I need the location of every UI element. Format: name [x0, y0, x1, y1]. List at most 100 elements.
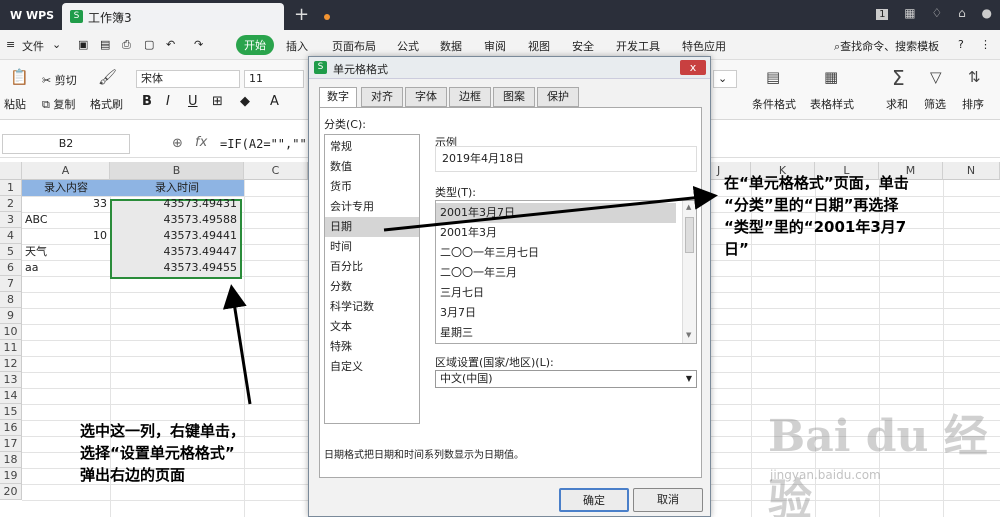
type-item[interactable]: 星期三 — [440, 323, 676, 343]
cell-a5[interactable]: 天气 — [22, 244, 110, 260]
cell-b2[interactable]: 43573.49431 — [112, 196, 240, 212]
sort-icon[interactable]: ⇅ — [968, 68, 981, 86]
tab-protection[interactable]: 保护 — [537, 87, 579, 107]
more-icon[interactable]: ⋮ — [980, 38, 991, 51]
conditional-format-button[interactable]: 条件格式 — [752, 96, 796, 112]
grid-icon[interactable]: ▦ — [904, 6, 915, 20]
paste-button[interactable]: 粘贴 — [4, 96, 26, 112]
redo-icon[interactable]: ↷ — [194, 38, 203, 51]
row-header[interactable]: 9 — [0, 308, 22, 324]
row-header[interactable]: 20 — [0, 484, 22, 500]
menu-security[interactable]: 安全 — [572, 38, 594, 54]
row-header[interactable]: 16 — [0, 420, 22, 436]
row-header[interactable]: 12 — [0, 356, 22, 372]
row-header[interactable]: 2 — [0, 196, 22, 212]
name-box[interactable]: B2 — [2, 134, 130, 154]
row-header[interactable]: 8 — [0, 292, 22, 308]
filter-button[interactable]: 筛选 — [924, 96, 946, 112]
table-style-icon[interactable]: ▦ — [824, 68, 838, 86]
type-list[interactable]: 2001年3月7日 2001年3月 二〇〇一年三月七日 二〇〇一年三月 三月七日… — [435, 200, 697, 344]
scroll-up-icon[interactable]: ▲ — [686, 203, 691, 211]
column-header-c[interactable]: C — [244, 162, 308, 180]
menu-view[interactable]: 视图 — [528, 38, 550, 54]
cell-a4[interactable]: 10 — [22, 228, 110, 244]
row-header[interactable]: 5 — [0, 244, 22, 260]
column-header-b[interactable]: B — [110, 162, 244, 180]
tab-pattern[interactable]: 图案 — [493, 87, 535, 107]
copy-button[interactable]: ⧉ 复制 — [42, 96, 75, 112]
bold-button[interactable]: B — [142, 94, 152, 109]
menu-developer[interactable]: 开发工具 — [616, 38, 660, 54]
number-format-select[interactable]: ⌄ — [713, 70, 737, 88]
format-painter-button[interactable]: 格式刷 — [90, 96, 123, 112]
tab-number[interactable]: 数字 — [319, 87, 357, 108]
column-header-n[interactable]: N — [943, 162, 1000, 180]
row-header[interactable]: 11 — [0, 340, 22, 356]
menu-review[interactable]: 审阅 — [484, 38, 506, 54]
zoom-icon[interactable]: ⊕ — [172, 136, 183, 151]
save-icon[interactable]: ▣ — [78, 38, 88, 51]
window-count-badge[interactable]: 1 — [876, 9, 889, 20]
font-name-select[interactable]: 宋体 — [136, 70, 240, 88]
cell-b1[interactable]: 录入时间 — [110, 180, 244, 196]
gift-icon[interactable]: ⌂ — [958, 6, 966, 20]
scroll-down-icon[interactable]: ▼ — [686, 331, 691, 339]
type-item[interactable]: 3月7日 — [440, 303, 676, 323]
row-header[interactable]: 7 — [0, 276, 22, 292]
category-item[interactable]: 货币 — [330, 177, 418, 197]
cell-a1[interactable]: 录入内容 — [22, 180, 110, 196]
help-icon[interactable]: ? — [958, 38, 964, 51]
row-header[interactable]: 10 — [0, 324, 22, 340]
export-icon[interactable]: ▤ — [100, 38, 110, 51]
menu-insert[interactable]: 插入 — [286, 38, 308, 54]
print-icon[interactable]: ⎙ — [122, 38, 131, 52]
ok-button[interactable]: 确定 — [559, 488, 629, 512]
scroll-thumb[interactable] — [685, 217, 694, 253]
category-item[interactable]: 数值 — [330, 157, 418, 177]
cancel-button[interactable]: 取消 — [633, 488, 703, 512]
category-item[interactable]: 分数 — [330, 277, 418, 297]
italic-button[interactable]: I — [166, 94, 170, 109]
row-header[interactable]: 6 — [0, 260, 22, 276]
row-header[interactable]: 13 — [0, 372, 22, 388]
filter-icon[interactable]: ▽ — [930, 68, 942, 86]
cell-b6[interactable]: 43573.49455 — [112, 260, 240, 276]
fill-color-icon[interactable]: ◆ — [240, 94, 250, 109]
column-header-a[interactable]: A — [22, 162, 110, 180]
table-style-button[interactable]: 表格样式 — [810, 96, 854, 112]
menu-formula[interactable]: 公式 — [397, 38, 419, 54]
select-all-corner[interactable] — [0, 162, 22, 180]
sum-icon[interactable]: Σ — [892, 66, 905, 90]
menu-home[interactable]: 开始 — [236, 35, 274, 55]
type-item[interactable]: 三月七日 — [440, 283, 676, 303]
category-item[interactable]: 自定义 — [330, 357, 418, 377]
category-item[interactable]: 会计专用 — [330, 197, 418, 217]
tab-font[interactable]: 字体 — [405, 87, 447, 107]
command-search[interactable]: ⌕查找命令、搜索模板 — [834, 38, 939, 54]
row-header[interactable]: 15 — [0, 404, 22, 420]
chevron-down-icon[interactable]: ⌄ — [52, 38, 61, 51]
conditional-format-icon[interactable]: ▤ — [766, 68, 780, 86]
preview-icon[interactable]: ▢ — [144, 38, 154, 51]
border-icon[interactable]: ⊞ — [212, 94, 223, 109]
row-header[interactable]: 18 — [0, 452, 22, 468]
type-item-selected[interactable]: 2001年3月7日 — [436, 203, 676, 223]
category-list[interactable]: 常规 数值 货币 会计专用 日期 时间 百分比 分数 科学记数 文本 特殊 自定… — [324, 134, 420, 424]
tab-border[interactable]: 边框 — [449, 87, 491, 107]
menu-page-layout[interactable]: 页面布局 — [332, 38, 376, 54]
font-size-select[interactable]: 11 — [244, 70, 304, 88]
row-header[interactable]: 19 — [0, 468, 22, 484]
row-header[interactable]: 1 — [0, 180, 22, 196]
cell-a6[interactable]: aa — [22, 260, 110, 276]
category-item[interactable]: 常规 — [330, 137, 418, 157]
fx-icon[interactable]: fx — [195, 135, 207, 150]
category-item-date[interactable]: 日期 — [325, 217, 419, 237]
hamburger-icon[interactable]: ≡ — [6, 38, 15, 51]
type-item[interactable]: 2001年3月 — [440, 223, 676, 243]
category-item[interactable]: 文本 — [330, 317, 418, 337]
cell-b5[interactable]: 43573.49447 — [112, 244, 240, 260]
type-list-scrollbar[interactable]: ▲ ▼ — [682, 201, 696, 343]
category-item[interactable]: 百分比 — [330, 257, 418, 277]
row-header[interactable]: 17 — [0, 436, 22, 452]
cell-b3[interactable]: 43573.49588 — [112, 212, 240, 228]
